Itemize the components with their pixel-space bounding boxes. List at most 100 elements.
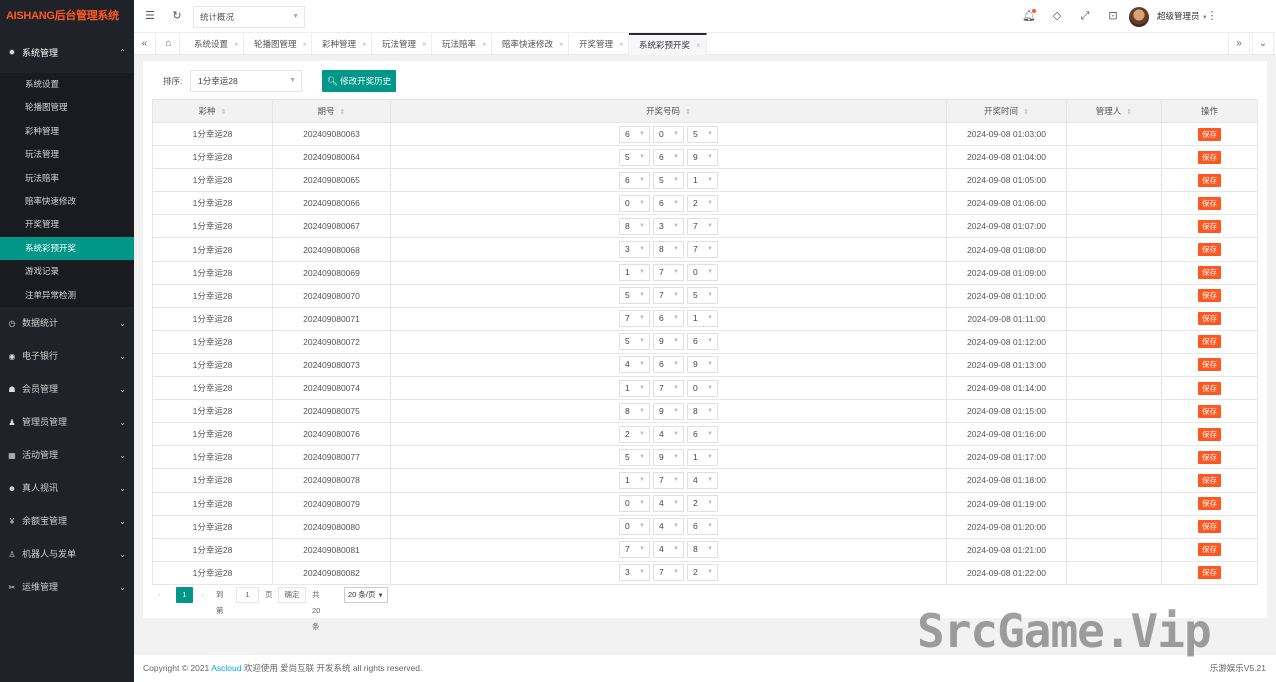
save-button[interactable]: 保存 bbox=[1198, 243, 1221, 257]
digit-select[interactable]: 7 ▼ bbox=[687, 217, 718, 235]
sidebar-item-1[interactable]: 轮播图管理 bbox=[0, 96, 134, 119]
sidebar-item-9[interactable]: 注单异常检测 bbox=[0, 284, 134, 307]
digit-select[interactable]: 0 ▼ bbox=[619, 495, 650, 513]
home-icon[interactable]: ⌂ bbox=[158, 33, 180, 55]
column-header[interactable]: 彩种 ⇕ bbox=[152, 99, 273, 123]
tab-2[interactable]: 彩种管理 × bbox=[312, 33, 372, 55]
save-button[interactable]: 保存 bbox=[1198, 150, 1221, 164]
sidebar-group-1[interactable]: ◷ 数据统计 ⌄ bbox=[0, 307, 134, 340]
company-link[interactable]: Ascloud bbox=[211, 663, 241, 673]
digit-select[interactable]: 7 ▼ bbox=[619, 310, 650, 328]
digit-select[interactable]: 7 ▼ bbox=[687, 241, 718, 259]
sort-icon[interactable]: ⇕ bbox=[685, 108, 691, 116]
sort-icon[interactable]: ⇕ bbox=[1126, 108, 1132, 116]
digit-select[interactable]: 7 ▼ bbox=[619, 541, 650, 559]
sidebar-item-7[interactable]: 系统彩预开奖 bbox=[0, 236, 134, 261]
digit-select[interactable]: 1 ▼ bbox=[619, 379, 650, 397]
digit-select[interactable]: 1 ▼ bbox=[687, 448, 718, 466]
digit-select[interactable]: 0 ▼ bbox=[653, 125, 684, 143]
save-button[interactable]: 保存 bbox=[1198, 381, 1221, 395]
digit-select[interactable]: 6 ▼ bbox=[653, 356, 684, 374]
digit-select[interactable]: 5 ▼ bbox=[619, 148, 650, 166]
close-icon[interactable]: × bbox=[234, 40, 239, 49]
digit-select[interactable]: 6 ▼ bbox=[619, 125, 650, 143]
sidebar-group-8[interactable]: ♙ 机器人与发单 ⌄ bbox=[0, 538, 134, 571]
close-icon[interactable]: × bbox=[362, 40, 367, 49]
digit-select[interactable]: 0 ▼ bbox=[687, 264, 718, 282]
digit-select[interactable]: 7 ▼ bbox=[653, 471, 684, 489]
digit-select[interactable]: 4 ▼ bbox=[653, 425, 684, 443]
tab-7[interactable]: 系统彩预开奖 × bbox=[629, 33, 707, 55]
digit-select[interactable]: 5 ▼ bbox=[687, 287, 718, 305]
tabs-scroll-left-icon[interactable]: « bbox=[134, 33, 156, 55]
digit-select[interactable]: 5 ▼ bbox=[653, 171, 684, 189]
digit-select[interactable]: 4 ▼ bbox=[687, 471, 718, 489]
column-header[interactable]: 期号 ⇕ bbox=[272, 99, 391, 123]
next-page-icon[interactable]: › bbox=[201, 587, 204, 603]
digit-select[interactable]: 5 ▼ bbox=[619, 287, 650, 305]
save-button[interactable]: 保存 bbox=[1198, 450, 1221, 464]
sidebar-group-6[interactable]: ☻ 真人视讯 ⌄ bbox=[0, 472, 134, 505]
digit-select[interactable]: 1 ▼ bbox=[619, 264, 650, 282]
column-header[interactable]: 开奖号码 ⇕ bbox=[390, 99, 947, 123]
sidebar-group-3[interactable]: ☗ 会员管理 ⌄ bbox=[0, 373, 134, 406]
digit-select[interactable]: 6 ▼ bbox=[653, 194, 684, 212]
digit-select[interactable]: 8 ▼ bbox=[653, 241, 684, 259]
digit-select[interactable]: 8 ▼ bbox=[687, 402, 718, 420]
save-button[interactable]: 保存 bbox=[1198, 497, 1221, 511]
tab-5[interactable]: 赔率快速修改 × bbox=[492, 33, 569, 55]
tab-1[interactable]: 轮播图管理 × bbox=[244, 33, 312, 55]
digit-select[interactable]: 1 ▼ bbox=[619, 471, 650, 489]
digit-select[interactable]: 2 ▼ bbox=[687, 194, 718, 212]
close-icon[interactable]: × bbox=[482, 40, 487, 49]
tab-0[interactable]: 系统设置 × bbox=[184, 33, 244, 55]
save-button[interactable]: 保存 bbox=[1198, 219, 1221, 233]
tag-icon[interactable]: ◇ bbox=[1047, 0, 1067, 33]
column-header[interactable]: 管理人 ⇕ bbox=[1066, 99, 1162, 123]
save-button[interactable]: 保存 bbox=[1198, 427, 1221, 441]
save-button[interactable]: 保存 bbox=[1198, 473, 1221, 487]
save-button[interactable]: 保存 bbox=[1198, 543, 1221, 557]
sidebar-group-5[interactable]: ▦ 活动管理 ⌄ bbox=[0, 439, 134, 472]
current-page[interactable]: 1 bbox=[176, 587, 193, 603]
column-header[interactable]: 开奖时间 ⇕ bbox=[946, 99, 1067, 123]
close-icon[interactable]: × bbox=[559, 40, 564, 49]
digit-select[interactable]: 8 ▼ bbox=[619, 217, 650, 235]
digit-select[interactable]: 4 ▼ bbox=[653, 495, 684, 513]
digit-select[interactable]: 6 ▼ bbox=[687, 518, 718, 536]
save-button[interactable]: 保存 bbox=[1198, 127, 1221, 141]
digit-select[interactable]: 7 ▼ bbox=[653, 379, 684, 397]
digit-select[interactable]: 8 ▼ bbox=[687, 541, 718, 559]
close-icon[interactable]: × bbox=[696, 41, 701, 50]
digit-select[interactable]: 8 ▼ bbox=[619, 402, 650, 420]
digit-select[interactable]: 1 ▼ bbox=[687, 171, 718, 189]
app-logo[interactable]: AISHANG后台管理系统 bbox=[0, 0, 134, 33]
digit-select[interactable]: 2 ▼ bbox=[687, 495, 718, 513]
digit-select[interactable]: 7 ▼ bbox=[653, 564, 684, 582]
tab-4[interactable]: 玩法赔率 × bbox=[432, 33, 492, 55]
avatar[interactable] bbox=[1129, 7, 1149, 27]
prev-page-icon[interactable]: ‹ bbox=[158, 587, 161, 603]
digit-select[interactable]: 4 ▼ bbox=[653, 541, 684, 559]
lottery-sort-select[interactable]: 1分幸运28 ▼ bbox=[190, 70, 302, 92]
digit-select[interactable]: 6 ▼ bbox=[619, 171, 650, 189]
digit-select[interactable]: 9 ▼ bbox=[653, 448, 684, 466]
tab-6[interactable]: 开奖管理 × bbox=[569, 33, 629, 55]
goto-page-input[interactable]: 1 bbox=[236, 587, 259, 603]
digit-select[interactable]: 3 ▼ bbox=[653, 217, 684, 235]
close-icon[interactable]: × bbox=[619, 40, 624, 49]
save-button[interactable]: 保存 bbox=[1198, 358, 1221, 372]
save-button[interactable]: 保存 bbox=[1198, 173, 1221, 187]
tab-3[interactable]: 玩法管理 × bbox=[372, 33, 432, 55]
save-button[interactable]: 保存 bbox=[1198, 266, 1221, 280]
digit-select[interactable]: 0 ▼ bbox=[619, 194, 650, 212]
sort-icon[interactable]: ⇕ bbox=[340, 108, 346, 116]
sort-icon[interactable]: ⇕ bbox=[221, 108, 227, 116]
save-button[interactable]: 保存 bbox=[1198, 312, 1221, 326]
digit-select[interactable]: 4 ▼ bbox=[653, 518, 684, 536]
digit-select[interactable]: 5 ▼ bbox=[619, 333, 650, 351]
close-icon[interactable]: × bbox=[422, 40, 427, 49]
tabs-menu-icon[interactable]: ⌄ bbox=[1252, 33, 1274, 55]
sidebar-item-0[interactable]: 系统设置 bbox=[0, 73, 134, 96]
digit-select[interactable]: 2 ▼ bbox=[619, 425, 650, 443]
